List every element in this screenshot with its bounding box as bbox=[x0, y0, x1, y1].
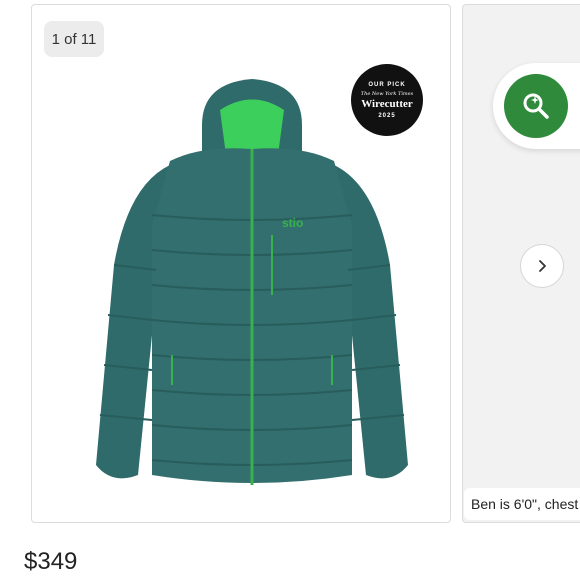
badge-year: 2025 bbox=[378, 112, 396, 119]
badge-top-text: OUR PICK bbox=[368, 81, 406, 88]
wirecutter-badge: OUR PICK The New York Times Wirecutter 2… bbox=[351, 64, 423, 136]
product-image-card[interactable]: 1 of 11 stio OUR PICK The New York Times… bbox=[31, 4, 451, 523]
chevron-right-icon bbox=[539, 260, 546, 272]
badge-publisher: The New York Times bbox=[360, 90, 414, 97]
product-price: $349 bbox=[24, 548, 78, 575]
zoom-in-icon bbox=[523, 93, 549, 119]
product-page: 1 of 11 stio OUR PICK The New York Times… bbox=[0, 0, 580, 580]
image-caption: Ben is 6'0", chest bbox=[464, 488, 580, 520]
brand-logo: stio bbox=[282, 216, 303, 230]
image-counter: 1 of 11 bbox=[44, 21, 104, 57]
badge-brand: Wirecutter bbox=[361, 97, 413, 110]
next-image-button[interactable] bbox=[520, 244, 564, 288]
zoom-button[interactable] bbox=[504, 74, 568, 138]
